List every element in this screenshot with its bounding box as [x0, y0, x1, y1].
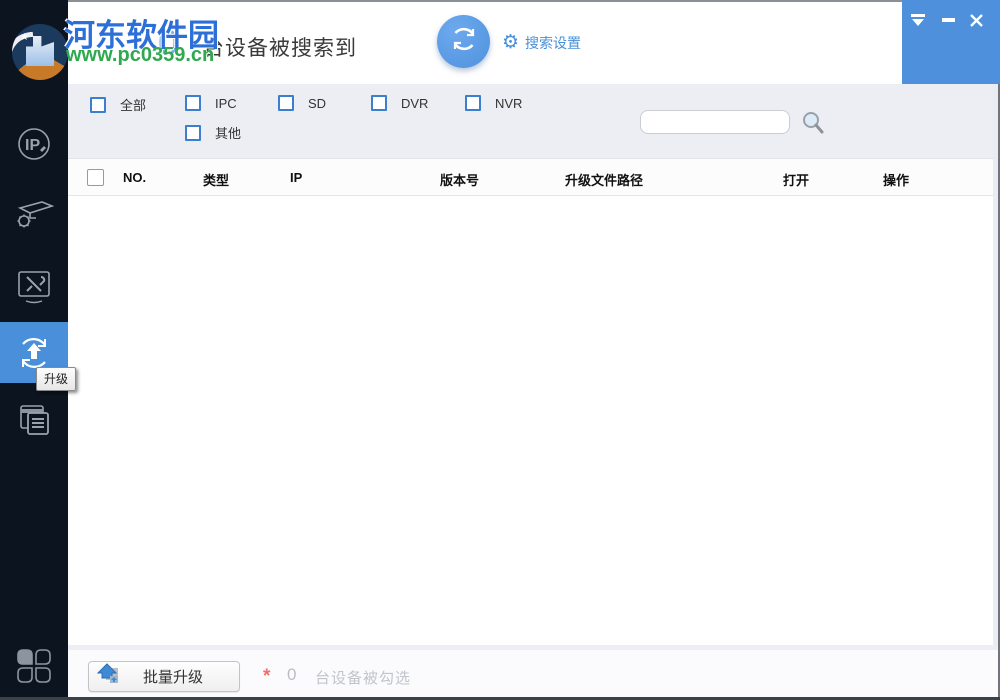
device-upgrade-tool-window: { "window": { "controls": { "menu": "dro…: [0, 0, 1000, 700]
monitor-tools-icon: [12, 264, 56, 308]
filter-checkbox-other[interactable]: 其他: [185, 123, 241, 142]
gear-icon: ⚙: [502, 33, 519, 53]
filter-label: NVR: [495, 96, 522, 111]
sidebar-item-system-settings[interactable]: [0, 258, 68, 314]
required-asterisk: *: [263, 666, 270, 688]
checkbox-checked[interactable]: [185, 95, 201, 111]
checkbox-checked[interactable]: [371, 95, 387, 111]
header: 0 台设备被搜索到 ⚙ 搜索设置: [68, 0, 902, 84]
filter-checkbox-sd[interactable]: SD: [278, 95, 326, 111]
table-header: NO. 类型 IP 版本号 升级文件路径 打开 操作: [68, 158, 993, 196]
sidebar-item-ip-config[interactable]: IP: [0, 116, 68, 172]
minimize-button[interactable]: [937, 12, 959, 28]
filter-bar: 全部 IPC SD DVR NVR 其他: [68, 84, 993, 158]
column-no[interactable]: NO.: [123, 170, 146, 185]
documents-icon: [12, 398, 56, 442]
checkbox-checked[interactable]: [278, 95, 294, 111]
sidebar-item-device-config[interactable]: [0, 186, 68, 242]
select-all-checkbox[interactable]: [87, 169, 104, 186]
filter-checkbox-ipc[interactable]: IPC: [185, 95, 237, 111]
search-settings-button[interactable]: ⚙ 搜索设置: [502, 33, 581, 53]
filter-label: IPC: [215, 96, 237, 111]
filter-checkbox-all[interactable]: 全部: [90, 95, 146, 114]
menu-dropdown-button[interactable]: [907, 12, 929, 28]
column-ip[interactable]: IP: [290, 170, 302, 185]
filter-checkbox-dvr[interactable]: DVR: [371, 95, 428, 111]
refresh-icon: [448, 23, 480, 60]
batch-upgrade-label: 批量升级: [121, 666, 239, 687]
device-count-suffix: 台设备被搜索到: [203, 32, 357, 62]
search-button[interactable]: [801, 110, 825, 136]
filter-label: 其他: [215, 123, 241, 142]
checkbox-checked[interactable]: [185, 125, 201, 141]
clover-icon: [15, 646, 53, 686]
column-upgrade-file-path[interactable]: 升级文件路径: [565, 170, 643, 189]
sidebar-item-apps[interactable]: [0, 638, 68, 694]
device-table-body: [68, 196, 993, 645]
column-type[interactable]: 类型: [203, 170, 229, 189]
filter-checkbox-nvr[interactable]: NVR: [465, 95, 522, 111]
selected-device-count: 0: [287, 665, 296, 685]
filter-label: SD: [308, 96, 326, 111]
batch-upgrade-icon: [89, 662, 121, 691]
checkbox-checked[interactable]: [90, 97, 106, 113]
upgrade-tooltip: 升级: [36, 367, 76, 391]
sidebar-item-device-info[interactable]: [0, 392, 68, 448]
refresh-button[interactable]: [437, 15, 490, 68]
titlebar: [902, 0, 1000, 84]
column-version[interactable]: 版本号: [440, 170, 479, 189]
sidebar: IP: [0, 0, 68, 700]
search-settings-label: 搜索设置: [525, 33, 581, 53]
batch-upgrade-button[interactable]: 批量升级: [88, 661, 240, 692]
search-input[interactable]: [640, 110, 790, 134]
device-count: 0: [158, 22, 178, 64]
selected-count-suffix: 台设备被勾选: [315, 667, 411, 688]
filter-label: 全部: [120, 95, 146, 114]
camera-config-icon: [12, 192, 56, 236]
close-button[interactable]: [965, 12, 987, 28]
column-action[interactable]: 操作: [883, 170, 909, 189]
magnifier-icon: [801, 123, 825, 140]
footer-bar: 批量升级 * 0 台设备被勾选: [68, 650, 998, 697]
filter-label: DVR: [401, 96, 428, 111]
checkbox-checked[interactable]: [465, 95, 481, 111]
svg-text:IP: IP: [25, 137, 40, 154]
ip-config-icon: IP: [13, 123, 55, 165]
column-open[interactable]: 打开: [783, 170, 809, 189]
